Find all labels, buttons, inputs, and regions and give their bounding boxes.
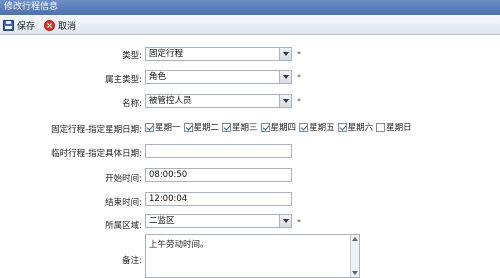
scroll-down-icon[interactable]: [352, 271, 358, 275]
required-mark: *: [297, 218, 301, 227]
day-label: 星期六: [347, 123, 374, 133]
cancel-button[interactable]: × 取消: [44, 18, 76, 32]
weekday-checkboxes: 星期一 星期二 星期三 星期四 星期五 星期六 星期日: [145, 121, 415, 133]
day-label: 星期一: [155, 123, 181, 133]
window-title-bar: 修改行程信息: [0, 0, 500, 15]
day-checkbox-sun[interactable]: 星期日: [376, 121, 412, 133]
chevron-down-icon[interactable]: [279, 95, 291, 107]
type-label: 类型:: [122, 51, 142, 61]
save-label: 保存: [17, 21, 36, 32]
owner-type-value: 角色: [149, 72, 167, 82]
temp-date-input[interactable]: [145, 144, 292, 158]
toolbar: 保存 × 取消: [0, 15, 500, 35]
checkbox[interactable]: [260, 122, 270, 132]
owner-type-select[interactable]: 角色: [145, 70, 292, 84]
save-button[interactable]: 保存: [3, 18, 35, 32]
day-checkbox-sat[interactable]: 星期六: [337, 121, 374, 133]
chevron-down-icon[interactable]: [279, 71, 291, 83]
day-label: 星期五: [309, 123, 335, 133]
end-time-input[interactable]: 12:00:04: [145, 192, 292, 206]
day-label: 星期日: [386, 123, 412, 133]
owner-type-label: 属主类型:: [105, 75, 142, 85]
chevron-down-icon[interactable]: [279, 48, 291, 60]
day-checkbox-fri[interactable]: 星期五: [299, 121, 335, 133]
required-mark: *: [297, 50, 301, 59]
name-value: 被管控人员: [149, 96, 192, 106]
scroll-up-icon[interactable]: [352, 237, 358, 241]
area-label: 所属区域:: [105, 221, 142, 231]
fixed-days-label: 固定行程-指定星期日期:: [51, 125, 142, 135]
checkbox[interactable]: [222, 122, 232, 132]
chevron-down-icon[interactable]: [279, 215, 291, 227]
type-value: 固定行程: [149, 49, 184, 59]
remark-label: 备注:: [122, 256, 142, 266]
day-label: 星期二: [193, 123, 220, 133]
remark-value: 上午劳动时间。: [149, 240, 209, 250]
day-checkbox-wed[interactable]: 星期三: [222, 121, 258, 133]
window-title: 修改行程信息: [4, 2, 59, 12]
cancel-icon: ×: [44, 19, 55, 31]
day-checkbox-mon[interactable]: 星期一: [145, 121, 181, 133]
temp-date-label: 临时行程-指定具体日期:: [51, 149, 142, 159]
checkbox[interactable]: [299, 122, 309, 132]
cancel-label: 取消: [58, 21, 77, 32]
start-time-label: 开始时间:: [105, 174, 142, 184]
day-label: 星期四: [270, 123, 297, 133]
end-time-label: 结束时间:: [105, 198, 142, 208]
save-icon: [3, 19, 14, 31]
name-select[interactable]: 被管控人员: [145, 94, 292, 108]
checkbox[interactable]: [376, 122, 386, 132]
remark-textarea[interactable]: 上午劳动时间。: [145, 234, 360, 278]
type-select[interactable]: 固定行程: [145, 47, 292, 61]
required-mark: *: [297, 97, 301, 106]
start-time-input[interactable]: 08:00:50: [145, 168, 292, 182]
area-select[interactable]: 二监区: [145, 214, 292, 228]
day-checkbox-thu[interactable]: 星期四: [260, 121, 297, 133]
name-label: 名称:: [122, 99, 142, 109]
checkbox[interactable]: [183, 122, 193, 132]
scrollbar[interactable]: [350, 235, 359, 277]
required-mark: *: [297, 73, 301, 82]
checkbox[interactable]: [145, 122, 154, 132]
day-label: 星期三: [232, 123, 258, 133]
area-value: 二监区: [149, 216, 175, 226]
day-checkbox-tue[interactable]: 星期二: [183, 121, 220, 133]
checkbox[interactable]: [337, 122, 347, 132]
